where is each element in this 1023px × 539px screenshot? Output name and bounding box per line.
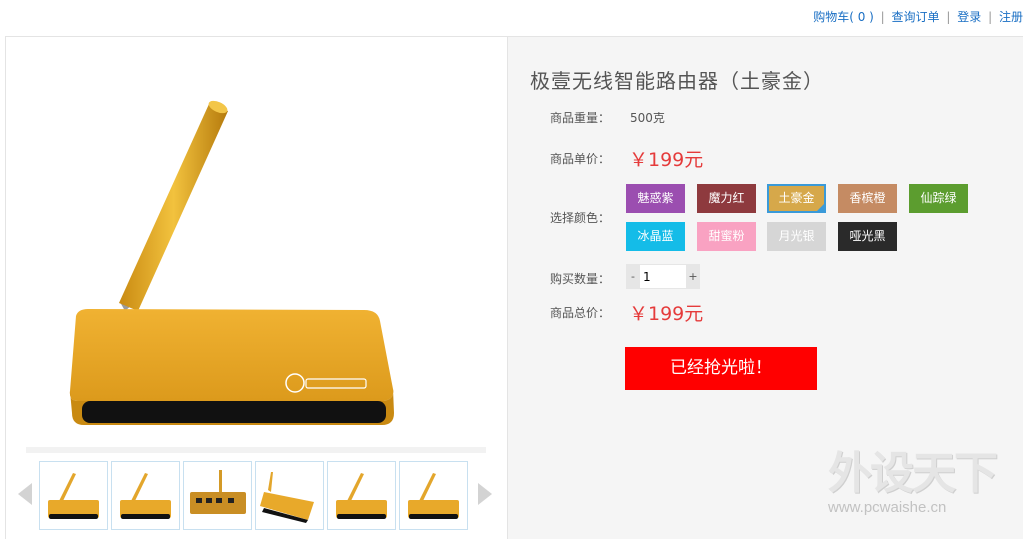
quantity-input[interactable] — [640, 264, 686, 289]
top-nav: 购物车( 0 ) | 查询订单 | 登录 | 注册 — [813, 8, 1023, 25]
quantity-label: 购买数量： — [550, 272, 611, 286]
weight-row: 商品重量： 500克 — [550, 109, 665, 126]
color-option-purple[interactable]: 魅惑紫 — [626, 184, 685, 213]
total-price-value: ￥199元 — [629, 303, 704, 325]
quantity-decrease-button[interactable]: - — [626, 264, 640, 289]
login-link[interactable]: 登录 — [957, 10, 981, 24]
cart-link[interactable]: 购物车( 0 ) — [813, 10, 874, 24]
watermark-url: www.pcwaishe.cn — [828, 499, 947, 516]
product-info: 极壹无线智能路由器（土豪金） 商品重量： 500克 商品单价： ￥199元 选择颜… — [507, 37, 1023, 539]
router-product-image — [26, 100, 486, 453]
unit-price-label: 商品单价： — [550, 152, 611, 166]
order-query-link[interactable]: 查询订单 — [892, 10, 940, 24]
product-gallery — [6, 37, 506, 539]
product-detail-panel: 极壹无线智能路由器（土豪金） 商品重量： 500克 商品单价： ￥199元 选择颜… — [5, 36, 1023, 539]
chevron-right-icon[interactable] — [478, 483, 492, 505]
register-link[interactable]: 注册 — [999, 10, 1023, 24]
thumbnail-2[interactable] — [111, 461, 180, 530]
nav-separator: | — [988, 10, 993, 24]
color-option-black[interactable]: 哑光黑 — [838, 222, 897, 251]
thumbnail-4[interactable] — [255, 461, 324, 530]
thumbnail-3[interactable] — [183, 461, 252, 530]
thumbnail-5[interactable] — [327, 461, 396, 530]
color-label: 选择颜色： — [550, 211, 611, 225]
top-bar: 购物车( 0 ) | 查询订单 | 登录 | 注册 — [0, 0, 1023, 32]
total-price-label: 商品总价： — [550, 306, 611, 320]
color-option-blue[interactable]: 冰晶蓝 — [626, 222, 685, 251]
color-option-green[interactable]: 仙踪绿 — [909, 184, 968, 213]
color-option-silver[interactable]: 月光银 — [767, 222, 826, 251]
chevron-left-icon[interactable] — [18, 483, 32, 505]
color-option-label: 土豪金 — [778, 191, 815, 205]
product-title: 极壹无线智能路由器（土豪金） — [530, 69, 824, 93]
thumbnail-strip — [18, 461, 498, 533]
sold-out-button[interactable]: 已经抢光啦！ — [625, 347, 817, 390]
color-option-pink[interactable]: 甜蜜粉 — [697, 222, 756, 251]
color-option-orange[interactable]: 香槟橙 — [838, 184, 897, 213]
quantity-stepper: - + — [626, 264, 700, 289]
nav-separator: | — [880, 10, 885, 24]
nav-separator: | — [946, 10, 951, 24]
watermark-logo: 外设天下 — [828, 448, 998, 499]
quantity-increase-button[interactable]: + — [686, 264, 700, 289]
weight-value: 500克 — [630, 111, 665, 125]
weight-label: 商品重量： — [550, 111, 611, 125]
thumbnail-1[interactable] — [39, 461, 108, 530]
color-option-red[interactable]: 魔力红 — [697, 184, 756, 213]
selected-check-icon — [815, 202, 826, 213]
unit-price-value: ￥199元 — [629, 149, 704, 171]
site-watermark: 外设天下 www.pcwaishe.cn — [828, 437, 1013, 537]
color-option-gold-selected[interactable]: 土豪金 — [767, 184, 826, 213]
thumbnail-6[interactable] — [399, 461, 468, 530]
